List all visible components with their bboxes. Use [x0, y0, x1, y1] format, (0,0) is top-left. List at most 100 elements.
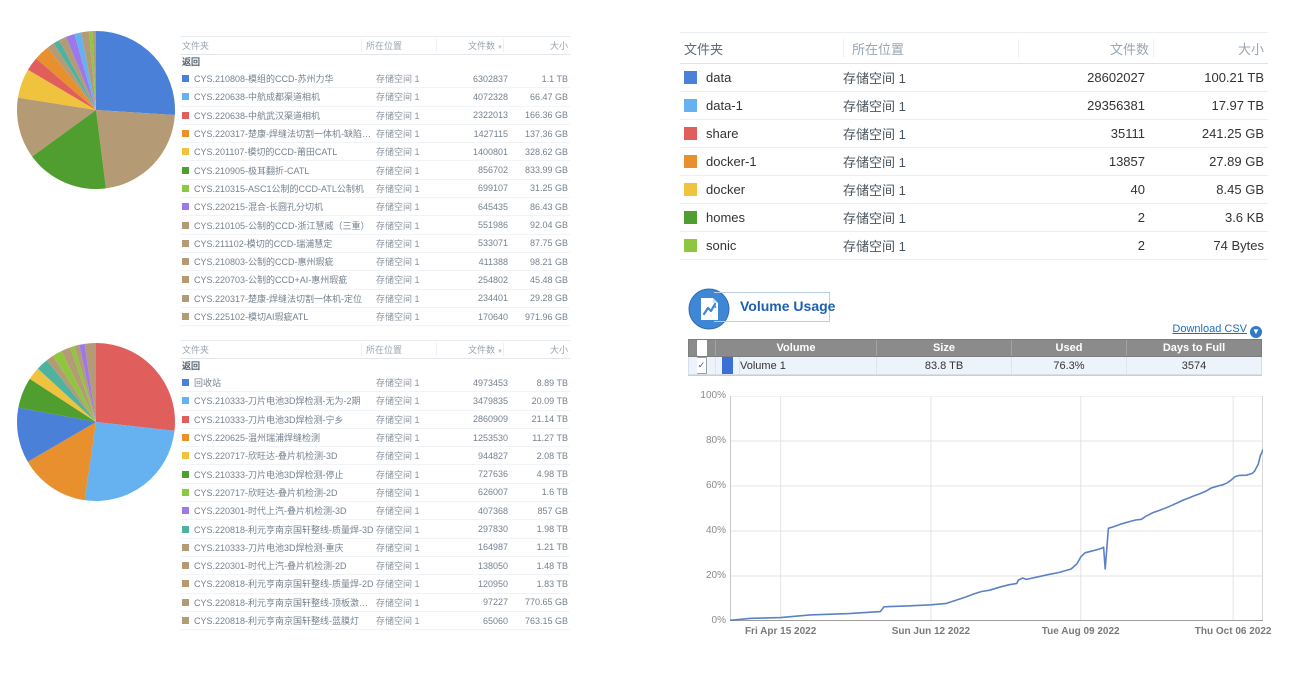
- folder-file-count: 28602027: [1010, 70, 1149, 85]
- folder-row[interactable]: CYS.210315-ASC1公制的CCD-ATL公制机存储空间 1699107…: [180, 180, 570, 198]
- folder-name: CYS.220625-温州瑞浦焊缝检测: [194, 431, 376, 444]
- column-header-folder[interactable]: 文件夹: [180, 343, 361, 356]
- folder-row[interactable]: CYS.220215-混合-长圆孔分切机存储空间 164543586.43 GB: [180, 198, 570, 216]
- pie-slice[interactable]: [96, 110, 175, 188]
- column-header-used[interactable]: Used: [1011, 340, 1126, 356]
- folder-size-pie-chart-bottom: [14, 340, 178, 504]
- folder-row[interactable]: CYS.220317-楚康-焊缝法切割一体机-缺陷检测存储空间 11427115…: [180, 125, 570, 143]
- folder-file-count: 40: [1010, 182, 1149, 197]
- folder-color-swatch: [182, 471, 189, 478]
- folder-size: 8.45 GB: [1149, 182, 1268, 197]
- column-header-size[interactable]: Size: [876, 340, 1011, 356]
- folder-size-pie-chart-top: [14, 28, 178, 192]
- folder-row[interactable]: CYS.210105-公制的CCD-浙江慧威（三重）存储空间 155198692…: [180, 216, 570, 234]
- column-header-size[interactable]: 大小: [503, 39, 570, 52]
- folder-color-swatch: [182, 276, 189, 283]
- column-header-count[interactable]: 文件数▼: [436, 343, 503, 356]
- column-header-location[interactable]: 所在位置: [361, 39, 436, 52]
- volume-row[interactable]: ✓ Volume 1 83.8 TB 76.3% 3574: [688, 357, 1262, 375]
- download-csv-link[interactable]: Download CSV▼: [1080, 323, 1262, 338]
- folder-name: CYS.210333-刀片电池3D焊检测-停止: [194, 468, 376, 481]
- folder-row[interactable]: CYS.220301-时代上汽-叠片机检测-2D存储空间 11380501.48…: [180, 557, 570, 575]
- folder-size: 833.99 GB: [508, 165, 570, 175]
- folder-file-count: 551986: [446, 220, 508, 230]
- folder-color-swatch: [684, 183, 697, 196]
- folder-file-count: 170640: [446, 312, 508, 322]
- column-header-location[interactable]: 所在位置: [843, 39, 1018, 58]
- folder-size: 1.48 TB: [508, 561, 570, 571]
- folder-row[interactable]: sonic存储空间 1274 Bytes: [680, 232, 1268, 260]
- folder-row[interactable]: CYS.220317-楚康-焊缝法切割一体机-定位存储空间 123440129.…: [180, 290, 570, 308]
- folder-row[interactable]: CYS.220638-中航成都渠道相机存储空间 1407232866.47 GB: [180, 88, 570, 106]
- folder-file-count: 234401: [446, 293, 508, 303]
- column-header-size[interactable]: 大小: [503, 343, 570, 356]
- folder-row[interactable]: CYS.220301-时代上汽-叠片机检测-3D存储空间 1407368857 …: [180, 502, 570, 520]
- folder-name: CYS.220301-时代上汽-叠片机检测-2D: [194, 559, 376, 572]
- folder-row[interactable]: CYS.210333-刀片电池3D焊检测-宁乡存储空间 1286090921.1…: [180, 411, 570, 429]
- folder-row[interactable]: CYS.220717-欣旺达-叠片机检测-3D存储空间 19448272.08 …: [180, 447, 570, 465]
- folder-name: CYS.210333-刀片电池3D焊检测-无为-2期: [194, 394, 376, 407]
- y-axis-tick-label: 40%: [694, 525, 726, 536]
- folder-name: 回收站: [194, 376, 376, 389]
- folder-row[interactable]: CYS.220818-利元亨南京国轩整线-质量焊-2D存储空间 11209501…: [180, 575, 570, 593]
- folder-size: 45.48 GB: [508, 275, 570, 285]
- folder-location: 存储空间 1: [376, 145, 446, 158]
- folder-row[interactable]: CYS.220638-中航武汉渠道相机存储空间 12322013166.36 G…: [180, 107, 570, 125]
- folder-name: sonic: [706, 238, 835, 253]
- folder-file-count: 65060: [446, 616, 508, 626]
- folder-color-swatch: [182, 93, 189, 100]
- column-header-folder[interactable]: 文件夹: [180, 39, 361, 52]
- folder-row[interactable]: data-1存储空间 12935638117.97 TB: [680, 92, 1268, 120]
- folder-row[interactable]: CYS.210905-极耳翻折-CATL存储空间 1856702833.99 G…: [180, 161, 570, 179]
- pie-slice[interactable]: [96, 31, 175, 115]
- folder-row[interactable]: CYS.220717-欣旺达-叠片机检测-2D存储空间 16260071.6 T…: [180, 484, 570, 502]
- table-rows: 回收站存储空间 149734538.89 TBCYS.210333-刀片电池3D…: [180, 374, 570, 630]
- folder-row[interactable]: CYS.220625-温州瑞浦焊缝检测存储空间 1125353011.27 TB: [180, 429, 570, 447]
- pie-slice[interactable]: [96, 343, 175, 431]
- column-header-location[interactable]: 所在位置: [361, 343, 436, 356]
- folder-row[interactable]: docker存储空间 1408.45 GB: [680, 176, 1268, 204]
- column-header-count[interactable]: 文件数▼: [436, 39, 503, 52]
- folder-location: 存储空间 1: [376, 127, 446, 140]
- folder-row[interactable]: CYS.220703-公制的CCD+AI-惠州瑕疵存储空间 125480245.…: [180, 271, 570, 289]
- folder-row[interactable]: CYS.220818-利元亨南京国轩整线-蓝膜灯存储空间 165060763.1…: [180, 612, 570, 630]
- folder-row[interactable]: data存储空间 128602027100.21 TB: [680, 64, 1268, 92]
- folder-row[interactable]: 回收站存储空间 149734538.89 TB: [180, 374, 570, 392]
- folder-row[interactable]: CYS.211102-模切的CCD-瑞浦慧定存储空间 153307187.75 …: [180, 235, 570, 253]
- folder-row[interactable]: CYS.210803-公制的CCD-惠州瑕疵存储空间 141138898.21 …: [180, 253, 570, 271]
- select-all-checkbox[interactable]: [697, 340, 707, 356]
- folder-row[interactable]: CYS.210808-模组的CCD-苏州力华存储空间 163028371.1 T…: [180, 70, 570, 88]
- folder-color-swatch: [684, 127, 697, 140]
- folder-size: 1.21 TB: [508, 542, 570, 552]
- folder-size: 1.6 TB: [508, 487, 570, 497]
- folder-row[interactable]: CYS.210333-刀片电池3D焊检测-无为-2期存储空间 134798352…: [180, 392, 570, 410]
- back-link[interactable]: 返回: [180, 55, 570, 70]
- folder-row[interactable]: homes存储空间 123.6 KB: [680, 204, 1268, 232]
- column-header-count[interactable]: 文件数: [1018, 39, 1153, 58]
- column-header-volume[interactable]: Volume: [715, 340, 876, 356]
- folder-row[interactable]: docker-1存储空间 11385727.89 GB: [680, 148, 1268, 176]
- folder-row[interactable]: CYS.210333-刀片电池3D焊检测-重庆存储空间 11649871.21 …: [180, 539, 570, 557]
- folder-size: 66.47 GB: [508, 92, 570, 102]
- column-header-days-to-full[interactable]: Days to Full: [1126, 340, 1261, 356]
- folder-row[interactable]: CYS.220818-利元亨南京国轩整线-质量焊-3D存储空间 12978301…: [180, 520, 570, 538]
- folder-file-count: 944827: [446, 451, 508, 461]
- folder-location: 存储空间 1: [376, 72, 446, 85]
- folder-color-swatch: [684, 211, 697, 224]
- folder-row[interactable]: share存储空间 135111241.25 GB: [680, 120, 1268, 148]
- folder-location: 存储空间 1: [376, 413, 446, 426]
- folder-row[interactable]: CYS.220818-利元亨南京国轩整线-顶板激光焊接-…存储空间 197227…: [180, 594, 570, 612]
- folder-size: 763.15 GB: [508, 616, 570, 626]
- folder-name: CYS.220317-楚康-焊缝法切割一体机-定位: [194, 292, 376, 305]
- folder-file-count: 35111: [1010, 126, 1149, 141]
- volume-checkbox[interactable]: ✓: [697, 357, 707, 374]
- column-header-folder[interactable]: 文件夹: [680, 39, 843, 58]
- back-link[interactable]: 返回: [180, 359, 570, 374]
- folder-color-swatch: [182, 397, 189, 404]
- pie-slice[interactable]: [85, 422, 175, 501]
- folder-row[interactable]: CYS.225102-模切AI瑕疵ATL存储空间 1170640971.96 G…: [180, 308, 570, 326]
- folder-size: 86.43 GB: [508, 202, 570, 212]
- column-header-size[interactable]: 大小: [1153, 39, 1268, 58]
- folder-row[interactable]: CYS.210333-刀片电池3D焊检测-停止存储空间 17276364.98 …: [180, 465, 570, 483]
- folder-row[interactable]: CYS.201107-模切的CCD-莆田CATL存储空间 11400801328…: [180, 143, 570, 161]
